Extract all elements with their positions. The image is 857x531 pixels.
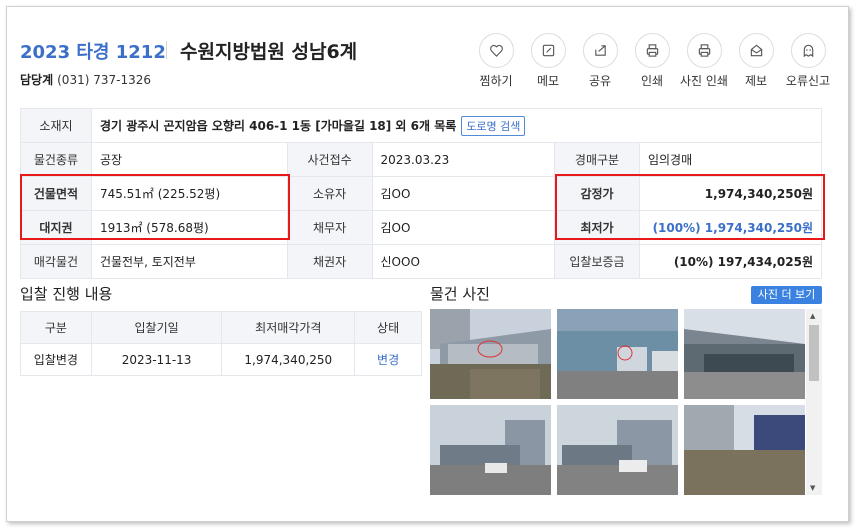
owner-label: 소유자: [286, 176, 373, 211]
bid-col-date: 입찰기일: [90, 311, 223, 344]
print-label: 인쇄: [640, 74, 664, 88]
info-row-type: 물건종류 공장 사건접수 2023.03.23 경매구분 임의경매: [20, 142, 823, 177]
bid-kind: 입찰변경: [20, 343, 92, 376]
bid-table-header: 구분 입찰기일 최저매각가격 상태: [20, 311, 422, 344]
info-row-location: 소재지 경기 광주시 곤지암읍 오향리 406-1 1동 [가마을길 18] 외…: [20, 108, 823, 143]
share-label: 공유: [588, 74, 612, 88]
bid-date: 2023-11-13: [90, 343, 223, 376]
share-icon: [582, 33, 618, 68]
case-number: 2023 타경 1212: [20, 42, 166, 63]
bid-section-title: 입찰 진행 내용: [20, 285, 113, 303]
received-value: 2023.03.23: [371, 142, 556, 177]
property-photo[interactable]: [684, 309, 805, 399]
bid-col-kind: 구분: [20, 311, 92, 344]
scroll-thumb[interactable]: [809, 325, 819, 381]
report-button[interactable]: 제보: [730, 33, 782, 89]
photo-print-label: 사진 인쇄: [680, 74, 728, 88]
property-photo[interactable]: [430, 309, 551, 399]
sale-items-value: 건물전부, 토지전부: [90, 244, 288, 279]
road-search-button[interactable]: 도로명 검색: [461, 115, 526, 136]
bid-col-price: 최저매각가격: [221, 311, 356, 344]
report-label: 제보: [744, 74, 768, 88]
creditor-label: 채권자: [286, 244, 373, 279]
error-report-label: 오류신고: [785, 74, 831, 88]
scroll-down-icon[interactable]: ▼: [810, 484, 815, 492]
print-button[interactable]: 인쇄: [626, 33, 678, 89]
deposit-label: 입찰보증금: [554, 244, 640, 279]
sale-items-label: 매각물건: [20, 244, 92, 279]
received-label: 사건접수: [286, 142, 373, 177]
auction-type-value: 임의경매: [638, 142, 823, 177]
debtor-label: 채무자: [286, 210, 373, 245]
info-row-sale: 매각물건 건물전부, 토지전부 채권자 신OOO 입찰보증금 (10%) 197…: [20, 244, 823, 279]
bid-status[interactable]: 변경: [354, 343, 422, 376]
contact-label: 담당계: [20, 73, 54, 87]
highlight-box-price: [555, 174, 825, 240]
location-value: 경기 광주시 곤지암읍 오향리 406-1 1동 [가마을길 18] 외 6개 …: [99, 118, 457, 133]
type-label: 물건종류: [20, 142, 92, 177]
photo-section-title: 물건 사진: [430, 285, 490, 303]
table-row: 입찰변경 2023-11-13 1,974,340,250 변경: [20, 343, 422, 376]
owner-value: 김OO: [371, 176, 556, 211]
memo-button[interactable]: 메모: [522, 33, 574, 89]
deposit-value: (10%) 197,434,025원: [638, 244, 823, 279]
contact-phone: (031) 737-1326: [57, 73, 151, 87]
more-photos-button[interactable]: 사진 더 보기: [751, 286, 822, 304]
report-icon: [738, 33, 774, 68]
property-photo[interactable]: [430, 405, 551, 495]
memo-icon: [530, 33, 566, 68]
action-toolbar: 찜하기 메모 공유 인쇄 사진 인쇄 제보 오류신고: [470, 33, 834, 89]
property-photo[interactable]: [557, 309, 678, 399]
auction-type-label: 경매구분: [554, 142, 640, 177]
location-cell: 경기 광주시 곤지암읍 오향리 406-1 1동 [가마을길 18] 외 6개 …: [90, 108, 823, 143]
photo-scrollbar[interactable]: ▲ ▼: [806, 309, 822, 495]
creditor-value: 신OOO: [371, 244, 556, 279]
ghost-icon: [790, 33, 826, 68]
bid-col-status: 상태: [354, 311, 422, 344]
location-label: 소재지: [20, 108, 92, 143]
photo-print-icon: [686, 33, 722, 68]
scroll-up-icon[interactable]: ▲: [810, 312, 815, 320]
highlight-box-area: [20, 174, 290, 240]
favorite-label: 찜하기: [479, 74, 513, 88]
contact-line: 담당계 (031) 737-1326: [20, 71, 151, 88]
bid-history-table: 구분 입찰기일 최저매각가격 상태 입찰변경 2023-11-13 1,974,…: [20, 311, 422, 376]
photo-print-button[interactable]: 사진 인쇄: [678, 33, 730, 89]
heart-icon: [478, 33, 514, 68]
favorite-button[interactable]: 찜하기: [470, 33, 522, 89]
debtor-value: 김OO: [371, 210, 556, 245]
print-icon: [634, 33, 670, 68]
court-name: 수원지방법원 성남6계: [180, 41, 358, 63]
property-photo[interactable]: [557, 405, 678, 495]
property-photo[interactable]: [684, 405, 805, 495]
bid-price: 1,974,340,250: [221, 343, 356, 376]
error-report-button[interactable]: 오류신고: [782, 33, 834, 89]
title-divider: [166, 41, 167, 59]
type-value: 공장: [90, 142, 288, 177]
share-button[interactable]: 공유: [574, 33, 626, 89]
memo-label: 메모: [536, 74, 560, 88]
